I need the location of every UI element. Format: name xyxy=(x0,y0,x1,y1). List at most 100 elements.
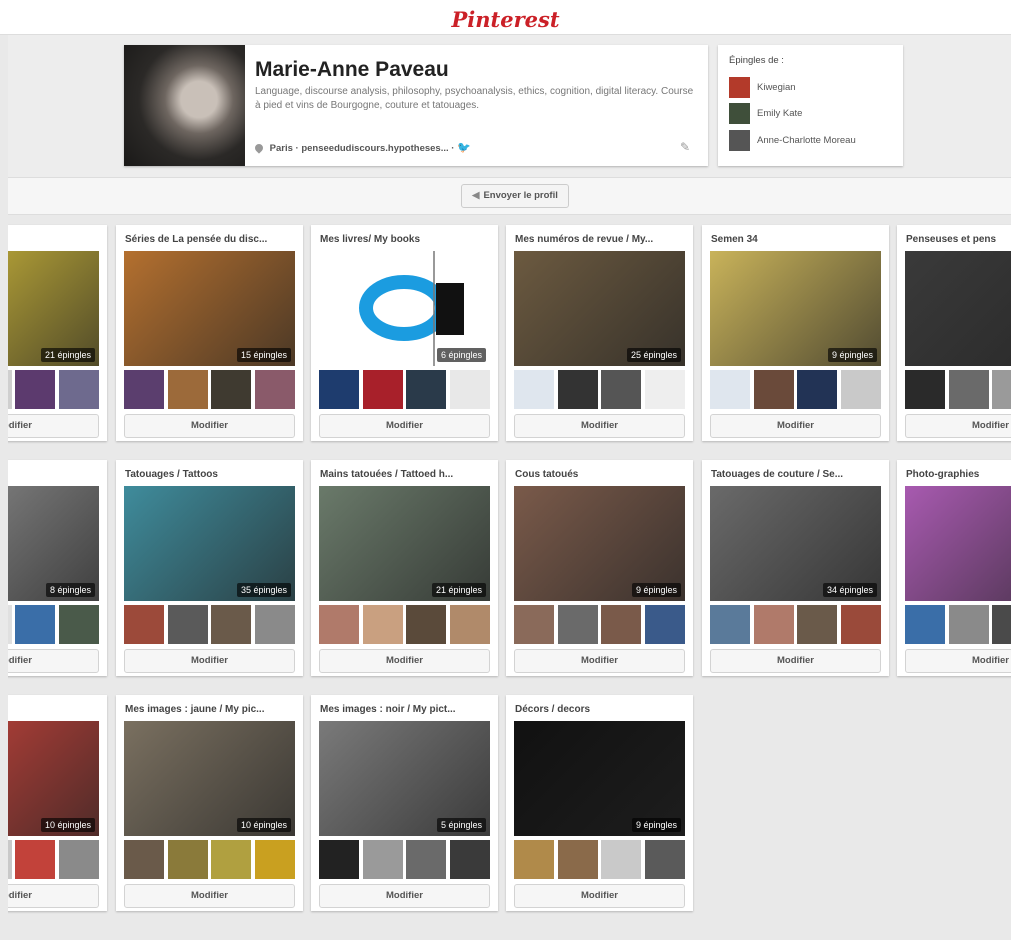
pinner-avatar[interactable] xyxy=(729,77,750,98)
board-thumbnail[interactable] xyxy=(557,840,598,879)
board-title[interactable]: Mes images : jaune / My pic... xyxy=(125,704,295,715)
board-card[interactable]: Séries de La pensée du disc... 15 épingle… xyxy=(116,225,303,441)
board-thumbnail[interactable] xyxy=(557,605,598,644)
board-thumbnail[interactable] xyxy=(124,370,164,409)
board-cover-image[interactable]: 21 épingles xyxy=(319,486,490,601)
board-thumbnail[interactable] xyxy=(449,370,490,409)
pinner-name[interactable]: Kiwegian xyxy=(757,82,796,93)
board-thumbnail[interactable] xyxy=(514,605,554,644)
edit-board-button[interactable]: Modifier xyxy=(514,884,685,908)
board-cover-image[interactable]: 25 épingles xyxy=(514,251,685,366)
board-thumbnail[interactable] xyxy=(406,605,447,644)
board-card[interactable]: Tatouages / Tattoos 35 épingles Modifier xyxy=(116,460,303,676)
board-card[interactable]: Mes images : jaune / My pic... 10 épingle… xyxy=(116,695,303,911)
edit-board-button[interactable]: Modifier xyxy=(124,884,295,908)
board-card[interactable]: Cous tatoués 9 épingles Modifier xyxy=(506,460,693,676)
board-thumbnail[interactable] xyxy=(797,605,838,644)
board-title[interactable]: Semen 34 xyxy=(711,234,881,245)
board-cover-image[interactable]: 15 épingles xyxy=(124,251,295,366)
edit-board-button[interactable]: Modifier xyxy=(124,649,295,673)
board-title[interactable]: rouge / My pi... xyxy=(8,704,99,715)
board-thumbnail[interactable] xyxy=(449,840,490,879)
board-cover-image[interactable]: 21 épingles xyxy=(8,251,99,366)
board-card[interactable]: Mes images : noir / My pict... 5 épingles… xyxy=(311,695,498,911)
board-thumbnail[interactable] xyxy=(362,605,403,644)
pencil-icon[interactable]: ✎ xyxy=(680,140,690,154)
board-thumbnail[interactable] xyxy=(644,840,685,879)
board-cover-image[interactable]: 35 épingles xyxy=(124,486,295,601)
board-thumbnail[interactable] xyxy=(905,370,945,409)
edit-board-button[interactable]: Modifier xyxy=(710,414,881,438)
pinner-name[interactable]: Anne-Charlotte Moreau xyxy=(757,135,856,146)
twitter-icon[interactable]: 🐦 xyxy=(457,142,471,154)
board-title[interactable]: e xyxy=(8,469,99,480)
board-thumbnail[interactable] xyxy=(362,840,403,879)
board-thumbnail[interactable] xyxy=(753,370,794,409)
board-cover-image[interactable] xyxy=(905,486,1011,601)
board-thumbnail[interactable] xyxy=(319,605,359,644)
board-title[interactable]: Mes livres/ My books xyxy=(320,234,490,245)
board-thumbnail[interactable] xyxy=(58,605,99,644)
board-thumbnail[interactable] xyxy=(362,370,403,409)
board-thumbnail[interactable] xyxy=(15,605,56,644)
board-card[interactable]: Mes livres/ My books 6 épingles Modifier xyxy=(311,225,498,441)
board-thumbnail[interactable] xyxy=(992,605,1011,644)
board-thumbnail[interactable] xyxy=(601,840,642,879)
board-cover-image[interactable]: 9 épingles xyxy=(710,251,881,366)
board-thumbnail[interactable] xyxy=(753,605,794,644)
board-card[interactable]: Penseuses et pens Modifier xyxy=(897,225,1011,441)
board-thumbnail[interactable] xyxy=(644,605,685,644)
board-title[interactable]: Séries de La pensée du disc... xyxy=(125,234,295,245)
board-thumbnail[interactable] xyxy=(254,840,295,879)
board-title[interactable]: Tatouages de couture / Se... xyxy=(711,469,881,480)
board-thumbnail[interactable] xyxy=(124,605,164,644)
board-thumbnail[interactable] xyxy=(211,840,252,879)
board-cover-image[interactable] xyxy=(905,251,1011,366)
edit-board-button[interactable]: Modifier xyxy=(8,414,99,438)
board-title[interactable]: Mes numéros de revue / My... xyxy=(515,234,685,245)
edit-board-button[interactable]: Modifier xyxy=(514,414,685,438)
board-title[interactable]: Tatouages / Tattoos xyxy=(125,469,295,480)
board-thumbnail[interactable] xyxy=(905,605,945,644)
board-thumbnail[interactable] xyxy=(514,370,554,409)
send-profile-button[interactable]: ◀ Envoyer le profil xyxy=(461,184,569,208)
pinterest-logo[interactable]: Pinterest xyxy=(0,7,1011,32)
board-card[interactable]: Semen 34 9 épingles Modifier xyxy=(702,225,889,441)
board-thumbnail[interactable] xyxy=(840,370,881,409)
board-thumbnail[interactable] xyxy=(514,840,554,879)
board-thumbnail[interactable] xyxy=(449,605,490,644)
edit-board-button[interactable]: Modifier xyxy=(319,649,490,673)
edit-board-button[interactable]: Modifier xyxy=(514,649,685,673)
board-card[interactable]: Mes numéros de revue / My... 25 épingles M… xyxy=(506,225,693,441)
board-thumbnail[interactable] xyxy=(601,605,642,644)
board-title[interactable]: Mains tatouées / Tattoed h... xyxy=(320,469,490,480)
edit-board-button[interactable]: Modifier xyxy=(319,414,490,438)
board-card[interactable]: e 8 épingles Modifier xyxy=(8,460,107,676)
board-thumbnail[interactable] xyxy=(254,370,295,409)
board-thumbnail[interactable] xyxy=(254,605,295,644)
edit-board-button[interactable]: Modifier xyxy=(905,414,1011,438)
edit-board-button[interactable]: Modifier xyxy=(905,649,1011,673)
board-thumbnail[interactable] xyxy=(15,370,56,409)
board-cover-image[interactable]: 6 épingles xyxy=(319,251,490,366)
board-cover-image[interactable]: 9 épingles xyxy=(514,721,685,836)
pinner-name[interactable]: Emily Kate xyxy=(757,108,802,119)
board-thumbnail[interactable] xyxy=(406,370,447,409)
board-thumbnail[interactable] xyxy=(58,840,99,879)
board-thumbnail[interactable] xyxy=(840,605,881,644)
board-title[interactable]: Penseuses et pens xyxy=(906,234,1011,245)
pinner-avatar[interactable] xyxy=(729,103,750,124)
board-cover-image[interactable]: 5 épingles xyxy=(319,721,490,836)
board-thumbnail[interactable] xyxy=(601,370,642,409)
board-thumbnail[interactable] xyxy=(124,840,164,879)
board-card[interactable]: rouge / My pi... 10 épingles Modifier xyxy=(8,695,107,911)
board-thumbnail[interactable] xyxy=(319,370,359,409)
board-title[interactable]: Mes images : noir / My pict... xyxy=(320,704,490,715)
board-thumbnail[interactable] xyxy=(992,370,1011,409)
board-thumbnail[interactable] xyxy=(8,370,12,409)
board-thumbnail[interactable] xyxy=(58,370,99,409)
board-thumbnail[interactable] xyxy=(948,605,989,644)
edit-board-button[interactable]: Modifier xyxy=(8,649,99,673)
board-card[interactable]: Mains tatouées / Tattoed h... 21 épingles… xyxy=(311,460,498,676)
board-thumbnail[interactable] xyxy=(644,370,685,409)
